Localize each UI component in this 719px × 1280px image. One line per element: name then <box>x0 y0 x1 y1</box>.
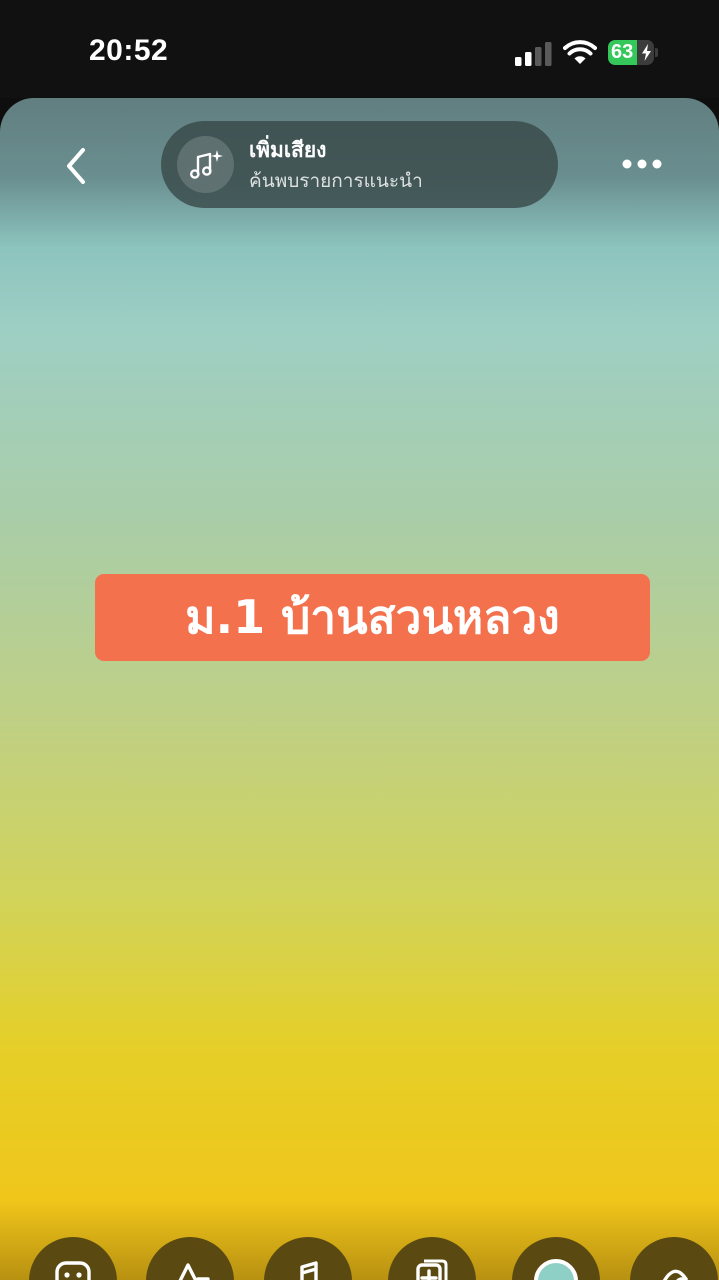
music-icon-badge <box>177 136 234 193</box>
cellular-signal-icon <box>515 42 552 66</box>
add-music-sticker[interactable]: เพิ่มเสียง ค้นพบรายการแนะนำ <box>161 121 558 208</box>
text-icon <box>178 1263 210 1280</box>
story-text-label[interactable]: ม.1 บ้านสวนหลวง <box>95 574 650 661</box>
add-clip-icon <box>416 1259 448 1280</box>
battery-percent: 63 <box>611 41 634 63</box>
battery-charging-icon: 63 <box>608 40 658 65</box>
music-sticker-subtitle: ค้นพบรายการแนะนำ <box>249 170 423 192</box>
draw-icon <box>662 1269 688 1280</box>
sticker-icon <box>55 1261 91 1280</box>
more-options-button[interactable] <box>614 144 670 184</box>
charging-bolt-icon <box>642 44 651 61</box>
story-canvas[interactable]: เพิ่มเสียง ค้นพบรายการแนะนำ ม.1 บ้านสวนห… <box>0 98 719 1280</box>
music-note-sparkle-icon <box>189 149 223 179</box>
chevron-left-icon <box>67 148 85 184</box>
status-bar: 20:52 63 <box>0 0 719 98</box>
back-button[interactable] <box>52 142 100 190</box>
music-icon <box>300 1261 318 1280</box>
music-sticker-title: เพิ่มเสียง <box>249 138 327 162</box>
story-editor-screen: 20:52 63 เพิ่มเสียง ค้นพบรายการแนะนำ ม.1… <box>0 0 719 1280</box>
status-time: 20:52 <box>89 34 169 67</box>
effects-icon <box>534 1259 578 1280</box>
wifi-icon <box>563 40 597 64</box>
more-horizontal-icon <box>622 159 662 169</box>
